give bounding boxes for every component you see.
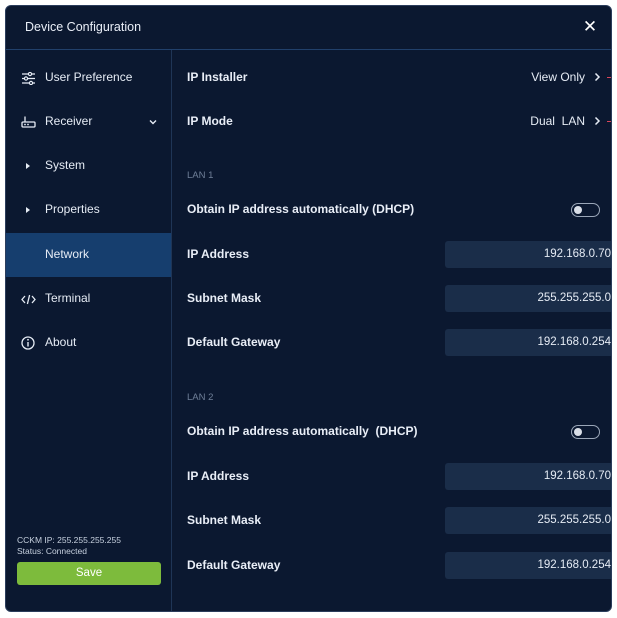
lan2-ip-row: IP Address xyxy=(187,455,611,499)
sidebar-item-label: Terminal xyxy=(45,291,91,305)
connection-status-text: Status: Connected xyxy=(17,546,87,556)
sidebar-item-system[interactable]: System xyxy=(6,144,171,188)
ip-installer-value-text: View Only xyxy=(531,70,585,84)
caret-right-icon xyxy=(19,157,37,175)
ip-installer-row[interactable]: IP Installer View Only xyxy=(187,56,611,100)
lan1-gateway-field[interactable] xyxy=(445,329,611,356)
ip-installer-value[interactable]: View Only xyxy=(531,70,601,84)
lan1-ip-label: IP Address xyxy=(187,247,250,261)
lan1-ip-row: IP Address xyxy=(187,233,611,277)
lan1-ip-field[interactable] xyxy=(445,241,611,268)
lan2-dhcp-row: Obtain IP address automatically (DHCP) xyxy=(187,410,601,454)
chevron-right-icon xyxy=(594,72,601,82)
sidebar-item-receiver[interactable]: Receiver xyxy=(6,100,171,144)
lan2-subnet-label: Subnet Mask xyxy=(187,513,262,527)
lan1-dhcp-toggle[interactable] xyxy=(571,203,600,217)
sidebar-item-label: Receiver xyxy=(45,114,93,128)
sidebar-item-label: System xyxy=(45,158,86,172)
window-title: Device Configuration xyxy=(25,20,142,34)
lan2-dhcp-toggle[interactable] xyxy=(571,425,600,439)
sidebar-item-label: User Preference xyxy=(45,70,133,84)
lan2-subnet-field[interactable] xyxy=(445,507,611,534)
network-settings-panel: IP Installer View Only IP Mode Dual LAN … xyxy=(172,50,611,611)
sidebar-item-terminal[interactable]: Terminal xyxy=(6,277,171,321)
title-bar: Device Configuration ✕ xyxy=(6,6,611,50)
lan2-dhcp-label: Obtain IP address automatically (DHCP) xyxy=(187,424,418,438)
lan2-ip-label: IP Address xyxy=(187,469,250,483)
sidebar-item-label: Network xyxy=(45,247,90,261)
lan1-subnet-row: Subnet Mask xyxy=(187,277,611,321)
lan1-gateway-label: Default Gateway xyxy=(187,335,281,349)
chevron-right-icon xyxy=(594,116,601,126)
toggle-knob xyxy=(574,206,582,214)
cckm-ip-text: CCKM IP: 255.255.255.255 xyxy=(17,535,121,545)
code-icon xyxy=(19,290,37,308)
accent-mark xyxy=(607,77,611,78)
lan1-subnet-field[interactable] xyxy=(445,285,611,312)
connection-info: CCKM IP: 255.255.255.255 Status: Connect… xyxy=(17,535,121,557)
ip-installer-label: IP Installer xyxy=(187,70,248,84)
sidebar-item-network[interactable]: Network xyxy=(6,233,171,277)
accent-mark xyxy=(607,121,611,122)
sidebar-item-about[interactable]: About xyxy=(6,321,171,365)
lan2-gateway-label: Default Gateway xyxy=(187,558,281,572)
sidebar-item-user-preference[interactable]: User Preference xyxy=(6,56,171,100)
sliders-icon xyxy=(19,69,37,87)
ip-mode-value[interactable]: Dual LAN xyxy=(530,114,601,128)
sidebar-item-label: Properties xyxy=(45,202,100,216)
ip-mode-value-text: Dual LAN xyxy=(530,114,585,128)
lan2-subnet-row: Subnet Mask xyxy=(187,499,611,543)
lan1-dhcp-label: Obtain IP address automatically (DHCP) xyxy=(187,202,415,216)
lan1-subnet-label: Subnet Mask xyxy=(187,291,262,305)
ip-mode-label: IP Mode xyxy=(187,114,233,128)
lan2-gateway-row: Default Gateway xyxy=(187,544,611,588)
lan1-section-label: LAN 1 xyxy=(187,170,214,181)
close-icon[interactable]: ✕ xyxy=(579,16,601,38)
save-button[interactable]: Save xyxy=(17,562,161,585)
ip-mode-row[interactable]: IP Mode Dual LAN xyxy=(187,100,611,144)
router-icon xyxy=(19,113,37,131)
lan2-ip-field[interactable] xyxy=(445,463,611,490)
lan2-section-label: LAN 2 xyxy=(187,392,214,403)
lan1-gateway-row: Default Gateway xyxy=(187,321,611,365)
lan2-gateway-field[interactable] xyxy=(445,552,611,579)
device-configuration-window: Device Configuration ✕ User Preference R… xyxy=(5,5,612,612)
toggle-knob xyxy=(574,428,582,436)
sidebar-item-properties[interactable]: Properties xyxy=(6,188,171,232)
lan1-dhcp-row: Obtain IP address automatically (DHCP) xyxy=(187,188,601,232)
sidebar-item-label: About xyxy=(45,335,77,349)
caret-right-icon xyxy=(19,201,37,219)
info-icon xyxy=(19,334,37,352)
sidebar: User Preference Receiver System Properti… xyxy=(6,50,172,611)
chevron-down-icon[interactable] xyxy=(147,114,159,130)
